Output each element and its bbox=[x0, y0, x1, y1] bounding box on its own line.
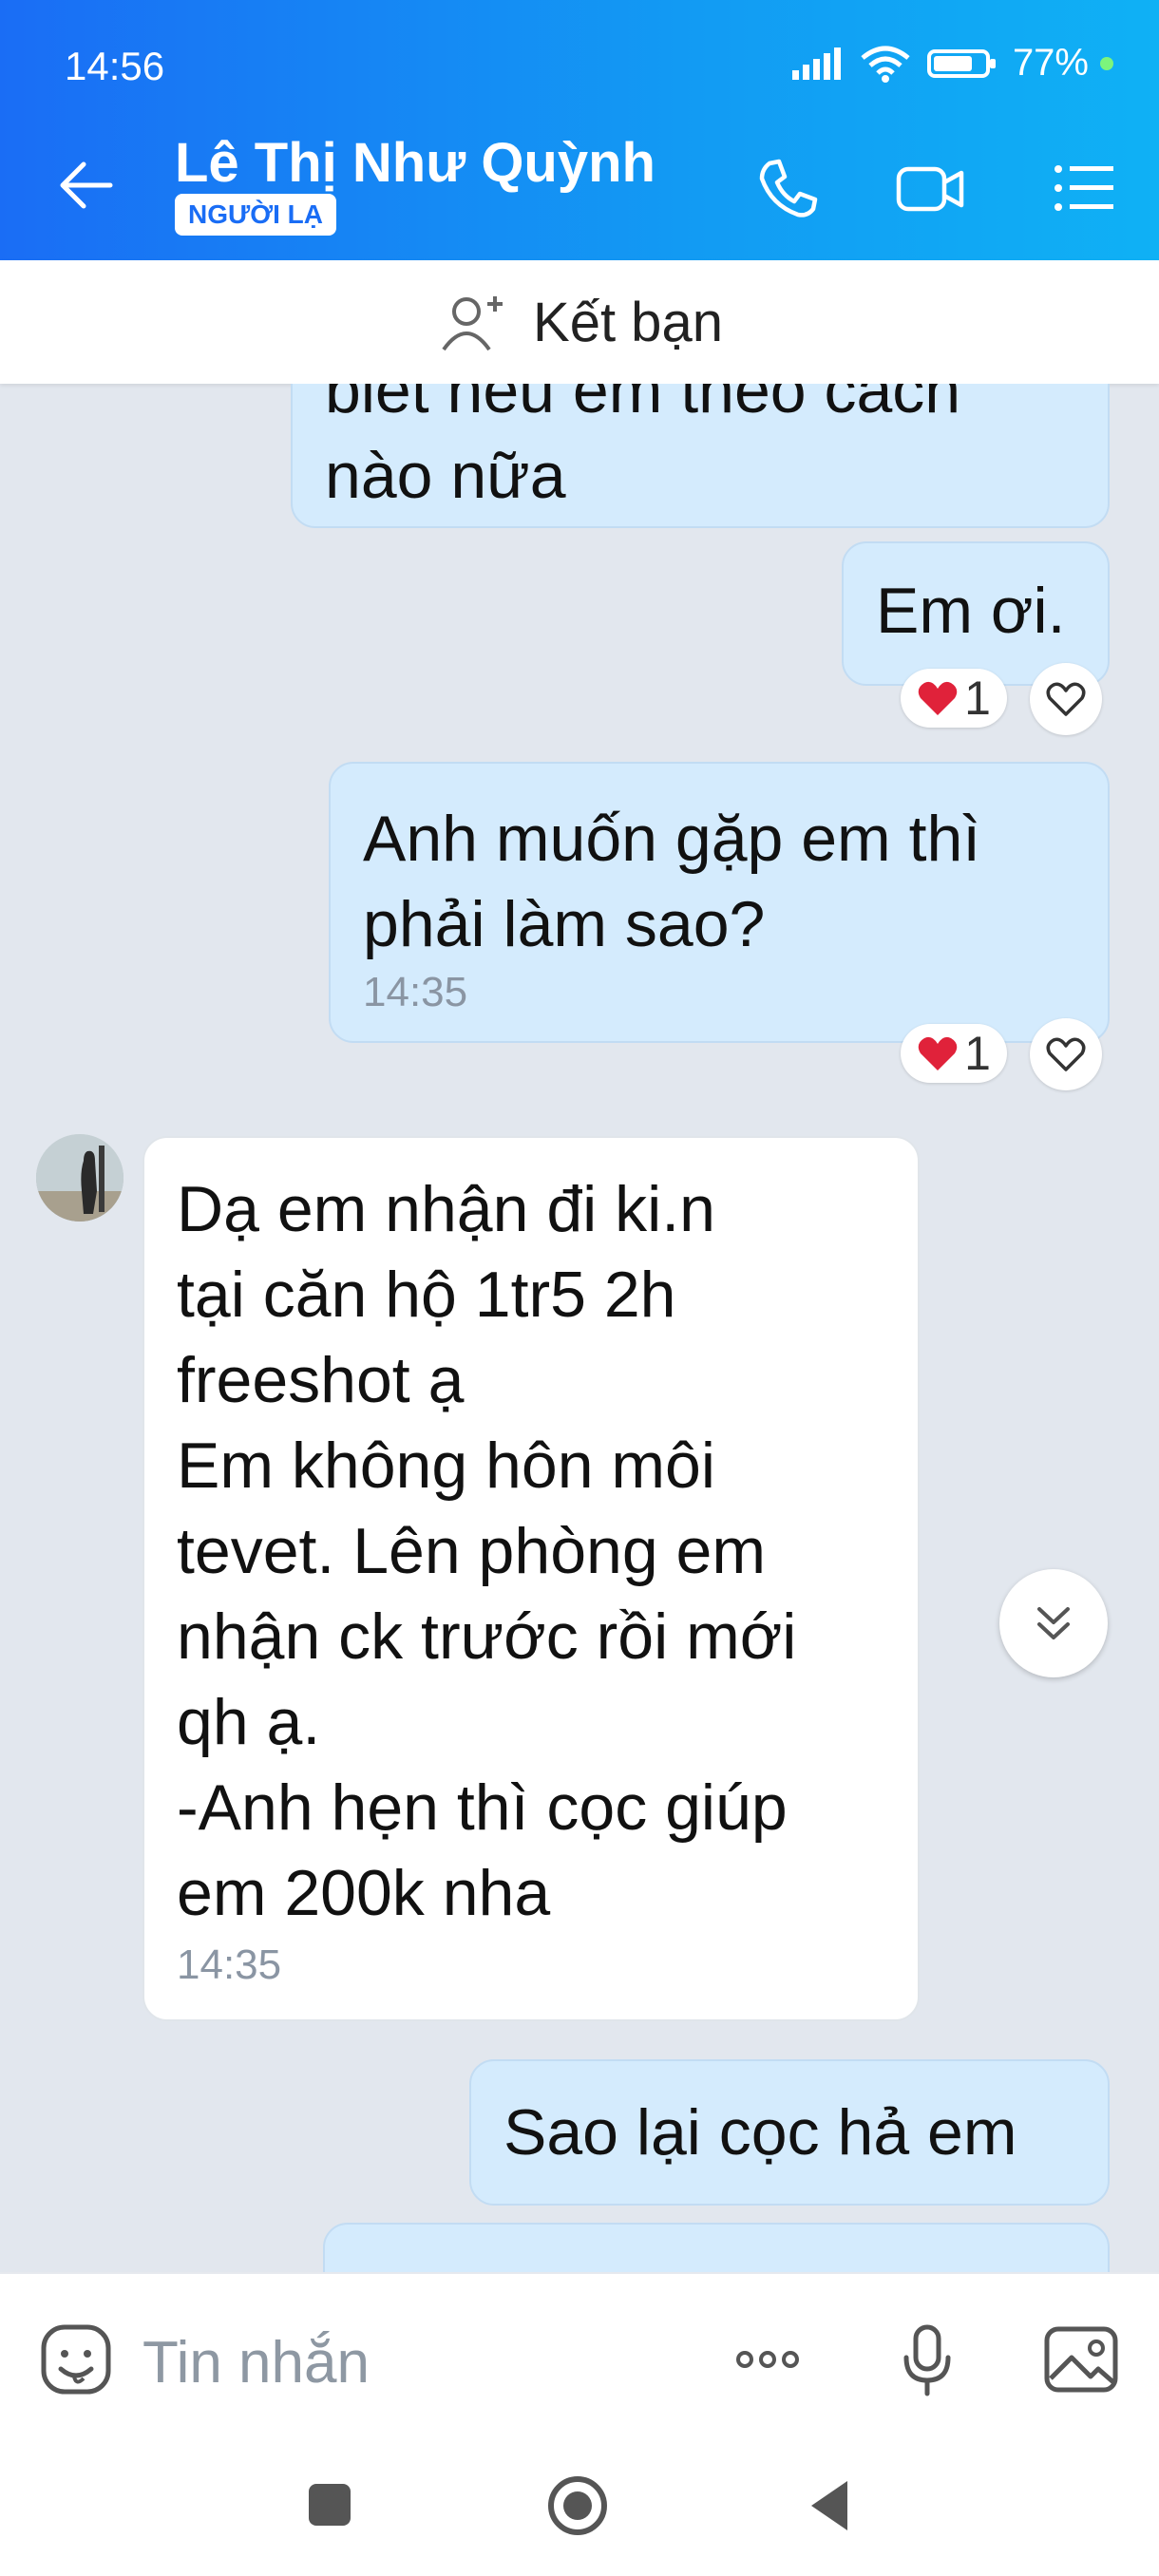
reaction-count[interactable]: 1 bbox=[901, 669, 1007, 728]
heart-icon bbox=[918, 1036, 958, 1070]
video-call-icon[interactable] bbox=[893, 150, 969, 226]
microphone-icon[interactable] bbox=[887, 2320, 967, 2399]
message-line: freeshot ạ bbox=[177, 1344, 465, 1416]
double-chevron-down-icon bbox=[1037, 1607, 1070, 1639]
message-line: Em không hôn môi bbox=[177, 1430, 715, 1502]
message-bubble[interactable]: Sao lại cọc hả em bbox=[469, 2059, 1110, 2206]
react-heart-button[interactable] bbox=[1030, 663, 1102, 735]
battery-icon bbox=[926, 48, 996, 78]
more-options-icon[interactable] bbox=[728, 2320, 808, 2399]
contact-avatar[interactable] bbox=[36, 1134, 124, 1222]
chat-header: 14:56 77% Lê Thị Như Quỳnh NGƯỜI LẠ bbox=[0, 0, 1159, 260]
message-list[interactable]: biết nếu em theo cách nào nữa Em ơi. 1 A… bbox=[0, 384, 1159, 2272]
image-gallery-icon[interactable] bbox=[1041, 2320, 1121, 2399]
message-line: em 200k nha bbox=[177, 1857, 551, 1929]
add-friend-label: Kết bạn bbox=[533, 291, 723, 353]
back-arrow-icon[interactable] bbox=[53, 152, 120, 218]
avatar-image bbox=[36, 1134, 124, 1222]
add-friend-icon bbox=[442, 296, 504, 351]
stranger-badge: NGƯỜI LẠ bbox=[175, 194, 336, 236]
react-heart-button[interactable] bbox=[1030, 1018, 1102, 1090]
message-bubble[interactable]: Anh muốn gặp em thì phải làm sao? 14:35 bbox=[329, 762, 1110, 1043]
sticker-icon[interactable] bbox=[36, 2320, 116, 2399]
add-friend-bar[interactable]: Kết bạn bbox=[0, 260, 1159, 384]
status-dot-icon bbox=[1100, 56, 1113, 70]
battery-percent: 77% bbox=[1012, 42, 1089, 84]
home-icon[interactable] bbox=[545, 2473, 610, 2538]
recent-apps-icon[interactable] bbox=[306, 2481, 353, 2529]
reaction-count[interactable]: 1 bbox=[901, 1024, 1007, 1083]
message-bubble-partial[interactable] bbox=[323, 2223, 1110, 2272]
status-time: 14:56 bbox=[65, 44, 165, 88]
message-bubble[interactable]: Dạ em nhận đi ki.n tại căn hộ 1tr5 2h fr… bbox=[142, 1136, 920, 2021]
scroll-to-bottom-button[interactable] bbox=[999, 1569, 1108, 1677]
message-line: -Anh hẹn thì cọc giúp bbox=[177, 1771, 788, 1844]
message-line: Anh muốn gặp em thì bbox=[363, 803, 981, 875]
message-line: biết nếu em theo cách bbox=[325, 384, 961, 426]
message-time: 14:35 bbox=[363, 969, 468, 1015]
status-icons: 77% bbox=[790, 42, 1113, 85]
message-bubble[interactable]: biết nếu em theo cách nào nữa bbox=[291, 384, 1110, 528]
heart-icon bbox=[918, 681, 958, 715]
message-line: qh ạ. bbox=[177, 1686, 321, 1758]
message-composer: Tin nhắn bbox=[0, 2272, 1159, 2445]
heart-outline-icon bbox=[1046, 682, 1086, 716]
signal-icon bbox=[791, 47, 841, 80]
message-line: nhận ck trước rồi mới bbox=[177, 1601, 797, 1673]
message-line: tevet. Lên phòng em bbox=[177, 1515, 767, 1587]
menu-list-icon[interactable] bbox=[1045, 150, 1121, 226]
contact-name[interactable]: Lê Thị Như Quỳnh bbox=[175, 131, 656, 195]
system-navigation-bar bbox=[0, 2443, 1159, 2576]
message-line: phải làm sao? bbox=[363, 888, 766, 960]
back-nav-icon[interactable] bbox=[806, 2477, 853, 2534]
reaction-number: 1 bbox=[964, 1027, 991, 1080]
message-line: nào nữa bbox=[325, 440, 566, 512]
message-line: tại căn hộ 1tr5 2h bbox=[177, 1259, 676, 1331]
message-time: 14:35 bbox=[177, 1941, 282, 1988]
wifi-icon bbox=[861, 46, 910, 83]
message-line: Sao lại cọc hả em bbox=[504, 2096, 1017, 2169]
phone-icon[interactable] bbox=[750, 150, 826, 226]
message-input[interactable]: Tin nhắn bbox=[142, 2329, 370, 2396]
heart-outline-icon bbox=[1046, 1037, 1086, 1071]
reaction-number: 1 bbox=[964, 672, 991, 725]
message-line: Em ơi. bbox=[876, 575, 1066, 647]
message-line: Dạ em nhận đi ki.n bbox=[177, 1173, 715, 1245]
